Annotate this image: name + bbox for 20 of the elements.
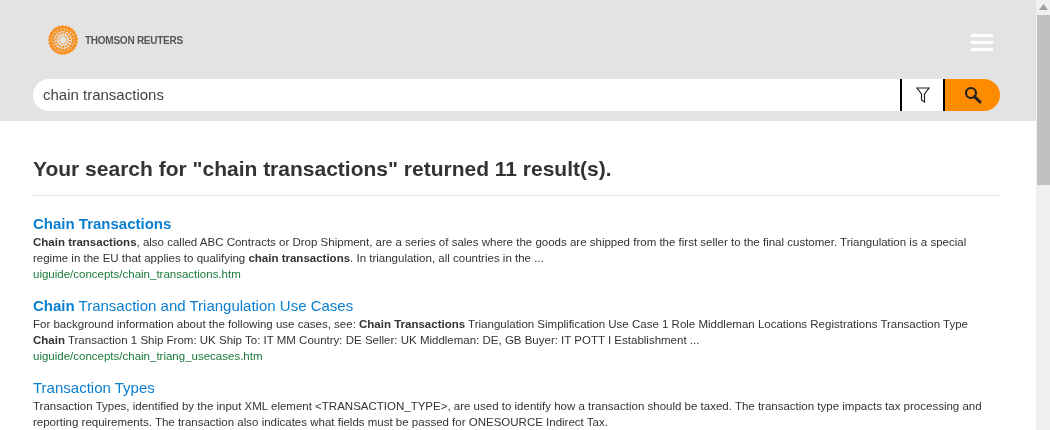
result-title-link[interactable]: Transaction Types: [33, 377, 155, 398]
result-url-link[interactable]: uiguide/concepts/chain_transactions.htm: [33, 265, 241, 282]
scroll-thumb[interactable]: [1036, 15, 1050, 185]
results-heading: Your search for "chain transactions" returned 11 result(s).: [33, 153, 1000, 196]
result-snippet: Transaction Types, identified by the input XML element <TRANSACTION_TYPE>, are used to identify how a transaction should be taxed. The transaction type impacts tax processing and reporting requirements. The transaction also indicates what fields must be passed for ONESOURCE Indirect Tax.: [33, 398, 983, 430]
scroll-up-icon: [1038, 4, 1048, 10]
search-field[interactable]: chain transactions: [33, 79, 900, 111]
result-title-link[interactable]: Chain Transactions: [33, 213, 172, 234]
filter-button[interactable]: [900, 79, 945, 111]
result-snippet: Chain transactions, also called ABC Contracts or Drop Shipment, are a series of sales where the goods are shipped from the first seller to the final customer. Triangulation is a special regime in the EU that applies to qualifying chain transactions. In triangulation, all countries in the ...: [33, 234, 968, 266]
logo-icon: [47, 24, 79, 56]
result-title-link[interactable]: Chain Transaction and Triangulation Use Cases: [33, 295, 354, 316]
result-snippet: For background information about the following use cases, see: Chain Transactions Triangulation Simplification Use Case 1 Role Middleman Locations Registrations Transaction Type Chain Transaction 1 Ship From: UK Ship To: IT MM Country: DE Seller: UK Middleman: DE, GB Buyer: IT POTT I Establishment ...: [33, 316, 969, 348]
search-button[interactable]: [945, 79, 1000, 111]
logo-text: THOMSON REUTERS: [85, 33, 183, 48]
filter-icon: [915, 86, 930, 104]
search-icon: [963, 86, 982, 104]
scrollbar[interactable]: [1036, 0, 1050, 430]
menu-icon[interactable]: [971, 33, 993, 51]
result-url-link[interactable]: uiguide/concepts/chain_triang_usecases.htm: [33, 347, 263, 364]
